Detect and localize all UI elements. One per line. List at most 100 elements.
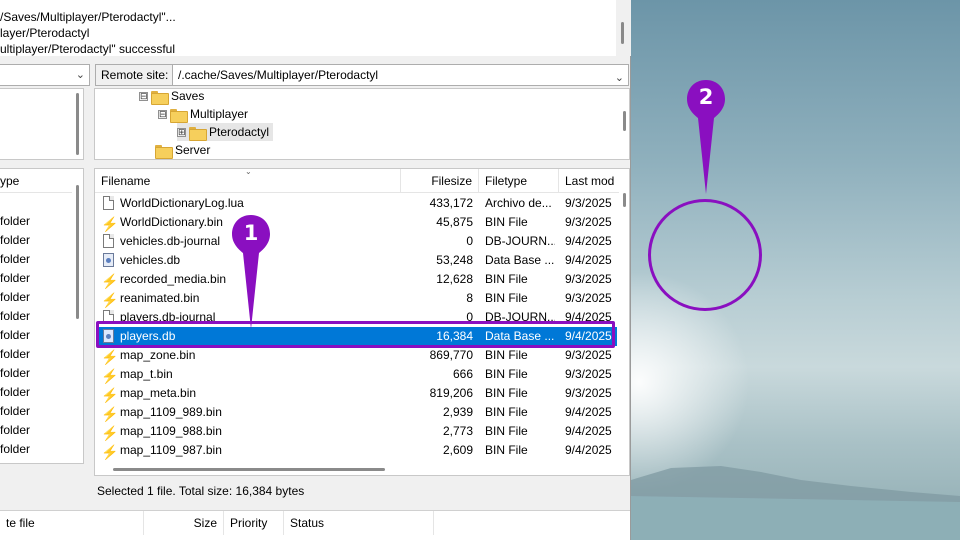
list-item[interactable]: folder <box>0 212 30 231</box>
cell-last-modified: 9/4/2025 <box>565 405 612 419</box>
folder-icon <box>155 144 173 159</box>
list-item[interactable]: folder <box>0 250 30 269</box>
ftp-client-window: /Saves/Multiplayer/Pterodactyl"... layer… <box>0 0 631 540</box>
remote-tree-scrollbar[interactable] <box>619 89 630 159</box>
remote-directory-tree[interactable]: ⊟ Saves ⊟ Multiplayer ⊞ Pterodactyl Server <box>94 88 630 160</box>
local-column-header-type[interactable]: ype <box>0 169 72 193</box>
table-row[interactable]: WorldDictionaryLog.lua 433,172 Archivo de.… <box>97 194 617 213</box>
marker-2-number: 2 <box>698 85 714 109</box>
list-item[interactable]: folder <box>0 231 30 250</box>
log-scroll-thumb[interactable] <box>621 22 624 44</box>
expand-icon[interactable]: ⊞ <box>177 128 186 138</box>
queue-column-priority[interactable]: Priority <box>224 511 284 535</box>
list-item[interactable]: folder <box>0 402 30 421</box>
local-status-bar <box>0 480 90 502</box>
table-row[interactable]: ⚡ map_1109_987.bin 2,609 BIN File 9/4/2025 <box>97 441 617 460</box>
scroll-thumb[interactable] <box>113 468 385 471</box>
cell-filesize: 433,172 <box>429 196 473 210</box>
cell-last-modified: 9/3/2025 <box>565 348 612 362</box>
list-item[interactable]: folder <box>0 364 30 383</box>
local-site-dropdown[interactable]: ⌄ <box>0 64 90 86</box>
queue-column-size[interactable]: Size <box>144 511 224 535</box>
log-line: /Saves/Multiplayer/Pterodactyl"... <box>0 10 176 24</box>
table-row[interactable]: ⚡ map_t.bin 666 BIN File 9/3/2025 <box>97 365 617 384</box>
list-item[interactable]: folder <box>0 345 30 364</box>
table-row[interactable]: ⚡ map_1109_988.bin 2,773 BIN File 9/4/2025 <box>97 422 617 441</box>
local-directory-tree[interactable] <box>0 88 84 160</box>
cell-last-modified: 9/4/2025 <box>565 443 612 457</box>
cell-filetype: BIN File <box>485 443 528 457</box>
log-line: layer/Pterodactyl <box>0 26 90 40</box>
tree-node-label: Multiplayer <box>190 107 249 121</box>
tree-node-saves[interactable]: ⊟ Saves <box>139 87 204 105</box>
column-header-filetype[interactable]: Filetype <box>479 169 559 193</box>
chevron-down-icon[interactable]: ⌄ <box>76 68 85 81</box>
filename-text: map_t.bin <box>120 367 173 381</box>
table-row[interactable]: vehicles.db-journal 0 DB-JOURN... 9/4/2025 <box>97 232 617 251</box>
cell-last-modified: 9/3/2025 <box>565 215 612 229</box>
bin-file-icon: ⚡ <box>101 216 119 232</box>
list-item[interactable]: folder <box>0 288 30 307</box>
cell-last-modified: 9/3/2025 <box>565 272 612 286</box>
tree-node-label: Pterodactyl <box>209 125 270 139</box>
tree-node-pterodactyl[interactable]: ⊞ Pterodactyl <box>177 123 274 141</box>
table-row[interactable]: ⚡ reanimated.bin 8 BIN File 9/3/2025 <box>97 289 617 308</box>
tree-node-server[interactable]: Server <box>155 141 210 159</box>
column-header-filesize[interactable]: Filesize <box>401 169 479 193</box>
local-list-scrollbar[interactable] <box>72 169 83 463</box>
sort-arrow-icon: ⌄ <box>245 168 252 176</box>
remote-site-label: Remote site: <box>95 64 175 86</box>
column-header-last-modified[interactable]: Last mod <box>559 169 619 193</box>
remote-site-path-input[interactable]: /.cache/Saves/Multiplayer/Pterodactyl ⌄ <box>172 64 629 86</box>
local-file-list[interactable]: ype folder folder folder folder folder f… <box>0 168 84 464</box>
cell-filesize: 2,773 <box>442 424 473 438</box>
bin-file-icon: ⚡ <box>101 425 119 441</box>
folder-icon <box>151 90 169 105</box>
table-row[interactable]: ⚡ recorded_media.bin 12,628 BIN File 9/3/202… <box>97 270 617 289</box>
folder-icon <box>189 126 207 141</box>
transfer-queue: te file Size Priority Status <box>0 510 630 540</box>
list-item[interactable]: folder <box>0 326 30 345</box>
cell-filetype: BIN File <box>485 215 528 229</box>
remote-list-horizontal-scrollbar[interactable] <box>95 463 619 475</box>
scroll-thumb[interactable] <box>76 93 79 155</box>
cell-filesize: 666 <box>452 367 473 381</box>
cell-filetype: DB-JOURN... <box>485 234 555 248</box>
remote-list-header: Filename ⌄ Filesize Filetype Last mod <box>95 169 619 193</box>
list-item[interactable]: folder <box>0 383 30 402</box>
remote-status-bar: Selected 1 file. Total size: 16,384 byte… <box>97 484 305 498</box>
collapse-icon[interactable]: ⊟ <box>158 110 167 120</box>
message-log: /Saves/Multiplayer/Pterodactyl"... layer… <box>0 0 616 56</box>
cell-filesize: 2,939 <box>442 405 473 419</box>
scroll-thumb[interactable] <box>623 111 626 131</box>
list-item[interactable]: folder <box>0 307 30 326</box>
scroll-thumb[interactable] <box>623 193 626 207</box>
cell-last-modified: 9/4/2025 <box>565 253 612 267</box>
list-item[interactable]: folder <box>0 440 30 459</box>
table-row[interactable]: ⚡ WorldDictionary.bin 45,875 BIN File 9/3/20… <box>97 213 617 232</box>
cell-last-modified: 9/3/2025 <box>565 367 612 381</box>
cell-last-modified: 9/4/2025 <box>565 234 612 248</box>
remote-list-vertical-scrollbar[interactable] <box>619 169 629 461</box>
tree-node-multiplayer[interactable]: ⊟ Multiplayer <box>158 105 248 123</box>
bin-file-icon: ⚡ <box>101 368 119 384</box>
queue-column-remote-file[interactable]: te file <box>0 511 144 535</box>
list-item[interactable]: folder <box>0 421 30 440</box>
filename-text: map_1109_989.bin <box>120 405 222 419</box>
queue-column-status[interactable]: Status <box>284 511 434 535</box>
scroll-thumb[interactable] <box>76 185 79 319</box>
filename-text: WorldDictionaryLog.lua <box>120 196 244 210</box>
tree-node-label: Server <box>175 143 211 157</box>
table-row[interactable]: ⚡ map_meta.bin 819,206 BIN File 9/3/2025 <box>97 384 617 403</box>
remote-site-path-text: /.cache/Saves/Multiplayer/Pterodactyl <box>178 68 379 82</box>
table-row[interactable]: ⚡ map_zone.bin 869,770 BIN File 9/3/2025 <box>97 346 617 365</box>
local-tree-scrollbar[interactable] <box>72 89 83 159</box>
list-item[interactable]: folder <box>0 269 30 288</box>
folder-icon <box>170 108 188 123</box>
log-scrollbar[interactable] <box>616 0 631 56</box>
collapse-icon[interactable]: ⊟ <box>139 92 148 102</box>
cell-filename: ⚡ map_meta.bin <box>101 384 401 403</box>
table-row[interactable]: vehicles.db 53,248 Data Base ... 9/4/2025 <box>97 251 617 270</box>
table-row[interactable]: ⚡ map_1109_989.bin 2,939 BIN File 9/4/2025 <box>97 403 617 422</box>
chevron-down-icon[interactable]: ⌄ <box>615 68 624 88</box>
